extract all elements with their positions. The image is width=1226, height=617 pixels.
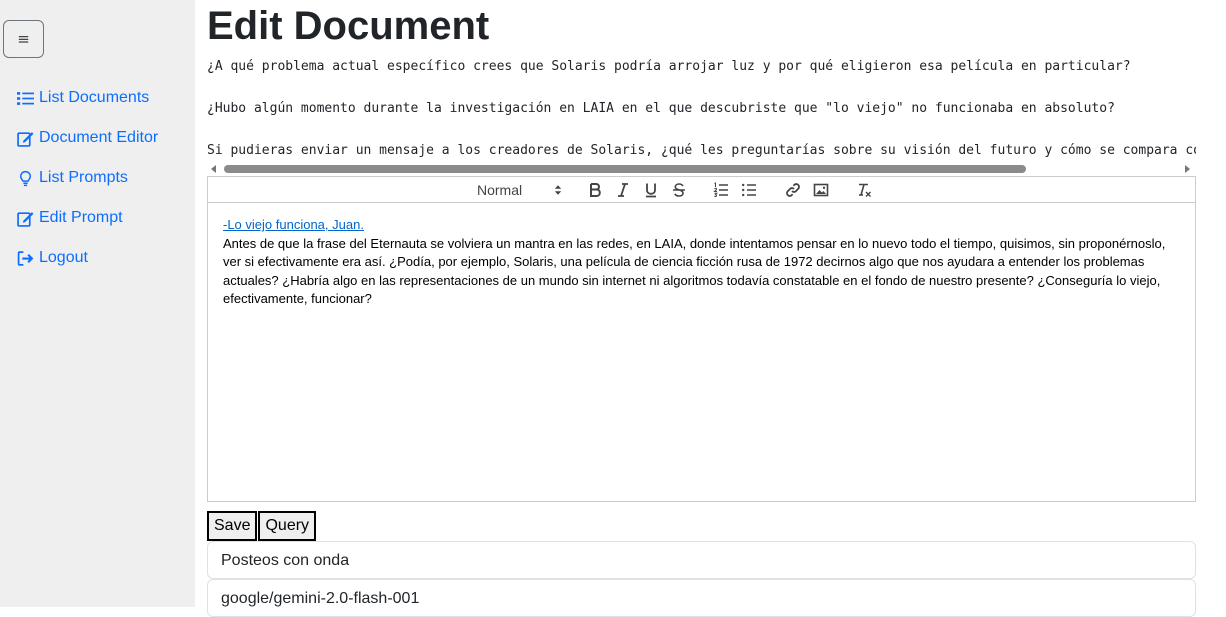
bold-icon: [590, 183, 601, 197]
sidebar-item-logout[interactable]: Logout: [17, 248, 158, 268]
underline-icon: [646, 183, 656, 198]
sidebar-nav: List Documents Document Editor List Prom…: [17, 88, 158, 288]
ordered-list-icon: [713, 182, 728, 198]
link-icon: [786, 183, 800, 197]
sidebar-item-label: List Prompts: [39, 169, 128, 186]
strikethrough-icon: [673, 183, 685, 197]
sidebar-item-label: Logout: [39, 249, 88, 266]
save-button[interactable]: Save: [207, 511, 258, 541]
clear-formatting-button[interactable]: [855, 181, 873, 199]
rich-text-editor: Normal -Lo viejo funciona, Juan. Antes d…: [207, 176, 1196, 502]
image-icon: [813, 183, 829, 197]
sidebar-item-edit-prompt[interactable]: Edit Prompt: [17, 208, 158, 228]
prompt-question: ¿A qué problema actual específico crees …: [207, 59, 1131, 74]
sidebar-item-label: Edit Prompt: [39, 209, 123, 226]
prompt-questions: ¿A qué problema actual específico crees …: [207, 55, 1196, 163]
content-link[interactable]: -Lo viejo funciona, Juan.: [223, 217, 364, 232]
editor-content[interactable]: -Lo viejo funciona, Juan. Antes de que l…: [208, 203, 1195, 322]
editor-toolbar: Normal: [208, 177, 1195, 203]
sidebar: ≡ List Documents Document Editor List Pr…: [0, 0, 195, 607]
ordered-list-button[interactable]: [712, 181, 730, 199]
page-title: Edit Document: [207, 4, 490, 48]
content-paragraph: Antes de que la frase del Eternauta se v…: [223, 235, 1166, 307]
scroll-left-arrow-icon[interactable]: [211, 165, 216, 173]
italic-button[interactable]: [614, 181, 632, 199]
query-button[interactable]: Query: [258, 511, 317, 541]
prompt-question: Si pudieras enviar un mensaje a los crea…: [207, 143, 1196, 158]
image-button[interactable]: [812, 181, 830, 199]
action-buttons: Save Query: [207, 511, 317, 541]
list-icon: [17, 91, 34, 105]
scroll-right-arrow-icon[interactable]: [1185, 165, 1190, 173]
prompt-question: ¿Hubo algún momento durante la investiga…: [207, 101, 1115, 116]
bullet-list-button[interactable]: [740, 181, 758, 199]
sidebar-item-label: List Documents: [39, 89, 150, 106]
bullet-list-icon: [742, 183, 756, 197]
prompt-questions-panel: ¿A qué problema actual específico crees …: [207, 55, 1196, 175]
model-select[interactable]: google/gemini-2.0-flash-001: [207, 579, 1196, 617]
horizontal-scrollbar[interactable]: [207, 163, 1196, 175]
sidebar-item-document-editor[interactable]: Document Editor: [17, 128, 158, 148]
edit-icon: [17, 211, 34, 227]
sidebar-item-list-prompts[interactable]: List Prompts: [17, 168, 158, 188]
sidebar-item-label: Document Editor: [39, 129, 159, 146]
header-format-value: Normal: [477, 182, 523, 198]
italic-icon: [618, 183, 628, 197]
sidebar-toggle-button[interactable]: ≡: [3, 20, 44, 58]
strikethrough-button[interactable]: [670, 181, 688, 199]
logout-icon: [17, 250, 34, 266]
lightbulb-icon: [19, 170, 32, 186]
edit-icon: [17, 131, 34, 147]
link-button[interactable]: [784, 181, 802, 199]
header-format-select[interactable]: Normal: [477, 181, 562, 199]
prompt-select-value: Posteos con onda: [221, 552, 350, 569]
clear-formatting-icon: [859, 183, 871, 197]
underline-button[interactable]: [642, 181, 660, 199]
model-select-value: google/gemini-2.0-flash-001: [221, 590, 420, 607]
up-down-arrows-icon: [554, 185, 562, 195]
bold-button[interactable]: [586, 181, 604, 199]
sidebar-item-list-documents[interactable]: List Documents: [17, 88, 158, 108]
scrollbar-thumb[interactable]: [224, 165, 1026, 173]
prompt-select[interactable]: Posteos con onda: [207, 541, 1196, 579]
